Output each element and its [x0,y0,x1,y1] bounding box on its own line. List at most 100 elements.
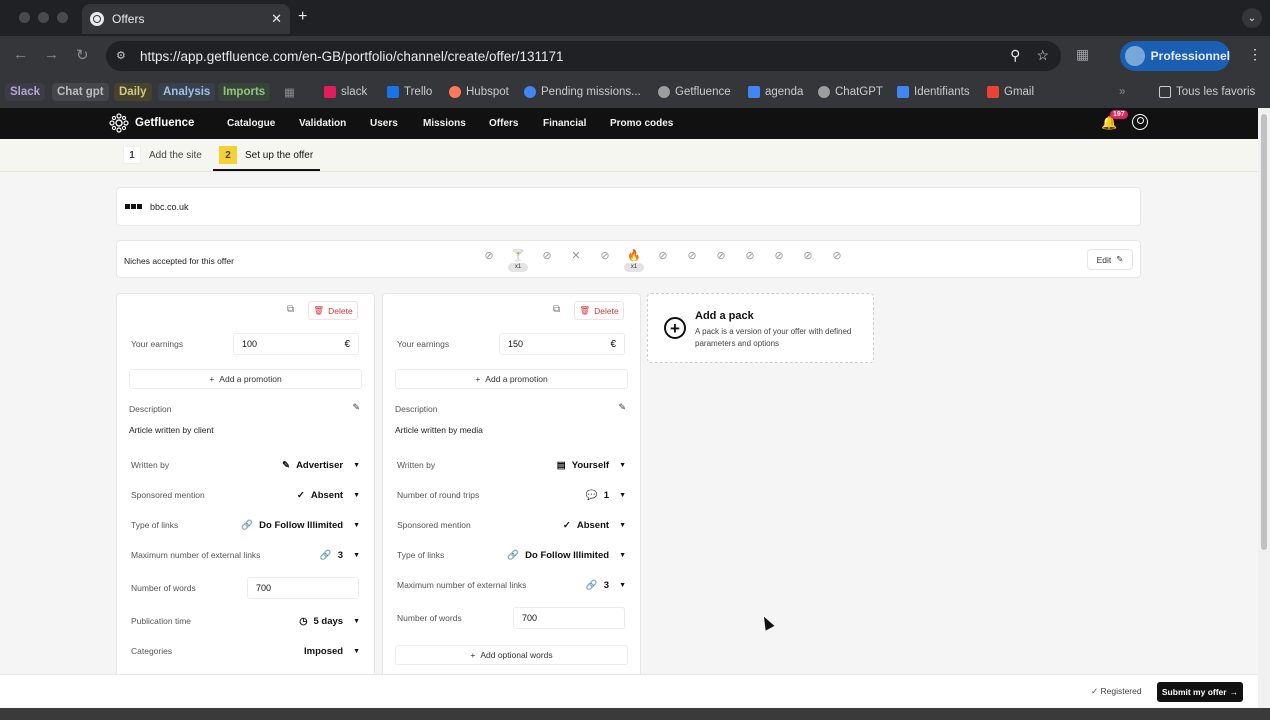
duplicate-icon[interactable]: ⧉ [553,304,560,315]
check-circle-icon: ✓ [296,489,305,501]
bookmark-label: Identifiants [914,86,970,98]
address-bar[interactable]: ⚙ https://app.getfluence.com/en-GB/portf… [106,41,1061,71]
bookmark-agenda[interactable]: agenda [748,83,803,101]
back-arrow-icon[interactable]: ← [13,46,28,63]
categories-row[interactable]: Categories Imposed ▼ [131,641,360,661]
nav-financial[interactable]: Financial [543,118,586,129]
arrow-right-icon: → [1229,687,1239,697]
add-optional-words-button[interactable]: + Add optional words [395,645,628,665]
bookmark-getfluence[interactable]: Getfluence [658,83,731,101]
nav-offers[interactable]: Offers [489,118,518,129]
trello-icon [387,86,399,98]
window-close-dot[interactable] [19,12,30,23]
max-external-links-row[interactable]: Maximum number of external links 🔗 3 ▼ [397,575,626,595]
check-circle-icon: ✓ [562,519,571,531]
chevron-down-icon: ▼ [619,521,626,529]
words-input[interactable]: 700 [247,577,359,599]
add-promotion-button[interactable]: + Add a promotion [129,369,362,389]
hubspot-icon [449,86,461,98]
browser-tab[interactable]: Offers ✕ [82,4,290,34]
submit-offer-button[interactable]: Submit my offer → [1157,682,1243,702]
bookmark-hubspot[interactable]: Hubspot [449,83,509,101]
words-value: 700 [256,583,272,593]
earnings-input[interactable]: 100 € [233,333,359,355]
zoom-search-icon[interactable]: ⚲ [1010,47,1020,64]
docs-icon [897,86,909,98]
nav-promo-codes[interactable]: Promo codes [610,118,673,129]
bookmark-daily-pill[interactable]: Daily [114,83,152,101]
edit-description-pencil-icon[interactable]: ✎ [352,402,360,413]
bookmark-chatgpt-pill[interactable]: Chat gpt [52,83,109,101]
delete-pack-button[interactable]: 🗑 Delete [308,301,358,320]
bookmark-gmail[interactable]: Gmail [987,83,1034,101]
written-by-row[interactable]: Written by ▤ Yourself ▼ [397,455,626,475]
bookmark-star-icon[interactable]: ☆ [1036,47,1049,64]
nav-catalogue[interactable]: Catalogue [227,118,275,129]
bookmark-chatgpt[interactable]: ChatGPT [818,83,883,101]
edit-description-pencil-icon[interactable]: ✎ [618,402,626,413]
browser-menu-icon[interactable]: ⋮ [1248,46,1262,63]
sponsored-mention-row[interactable]: Sponsored mention ✓ Absent ▼ [397,515,626,535]
row-value: 1 [603,489,610,501]
publication-time-row[interactable]: Publication time ◷ 5 days ▼ [131,611,360,631]
step-label: Add the site [149,149,202,161]
tab-close-icon[interactable]: ✕ [271,11,282,27]
add-pack-subtitle: A pack is a version of your offer with d… [695,327,852,348]
words-input[interactable]: 700 [513,607,625,629]
all-favorites[interactable]: Tous les favoris [1159,83,1255,101]
bookmarks-overflow-icon[interactable]: » [1119,83,1125,101]
nav-validation[interactable]: Validation [299,118,346,129]
written-by-row[interactable]: Written by ✎ Advertiser ▼ [131,455,360,475]
sponsored-mention-row[interactable]: Sponsored mention ✓ Absent ▼ [131,485,360,505]
add-promotion-button[interactable]: + Add a promotion [395,369,628,389]
edit-niches-button[interactable]: Edit ✎ [1087,249,1133,270]
bookmark-identifiants[interactable]: Identifiants [897,83,970,101]
forward-arrow-icon[interactable]: → [44,46,59,63]
description-text: Article written by media [395,425,483,435]
row-value: Yourself [571,459,610,471]
add-pack-card[interactable]: + Add a pack A pack is a version of your… [647,293,874,363]
reload-icon[interactable]: ↻ [76,46,89,64]
tab-title: Offers [112,12,145,26]
bookmark-analysis-pill[interactable]: Analysis [158,83,216,101]
row-label: Written by [397,460,436,470]
earnings-input[interactable]: 150 € [499,333,625,355]
all-favorites-label: Tous les favoris [1176,86,1256,98]
new-tab-button[interactable]: + [298,8,307,26]
bookmark-slack-pill[interactable]: Slack [5,83,46,101]
duplicate-icon[interactable]: ⧉ [287,304,294,315]
site-settings-icon[interactable]: ⚙ [116,49,130,63]
apps-grid-icon[interactable]: ▦ [284,83,295,101]
nav-users[interactable]: Users [370,118,398,129]
tab-search-chevron-icon[interactable]: ⌄ [1242,8,1262,28]
account-icon[interactable] [1132,114,1148,130]
newspaper-icon: ▤ [556,459,566,471]
profile-button[interactable]: Professionnel [1120,41,1230,71]
delete-pack-button[interactable]: 🗑 Delete [574,301,624,320]
step-set-up-offer[interactable]: 2 Set up the offer [219,146,313,164]
bookmark-pending-missions[interactable]: Pending missions... [524,83,641,101]
bookmark-slack[interactable]: slack [324,83,367,101]
niche-cocktail-icon: 🍸 x1 [508,249,528,272]
round-trips-row[interactable]: Number of round trips 💬 1 ▼ [397,485,626,505]
type-of-links-row[interactable]: Type of links 🔗 Do Follow Illimited ▼ [397,545,626,565]
page-scrollbar[interactable] [1258,108,1270,708]
pencil-icon: ✎ [282,459,291,471]
step-add-site[interactable]: 1 Add the site [123,146,202,164]
scrollbar-thumb[interactable] [1261,114,1267,550]
bookmark-imports-pill[interactable]: Imports [218,83,271,101]
bookmark-label: Gmail [1004,86,1035,98]
plus-circle-icon: + [664,317,686,339]
bookmark-trello[interactable]: Trello [387,83,432,101]
brand-logo[interactable]: Getfluence [109,113,194,133]
type-of-links-row[interactable]: Type of links 🔗 Do Follow Illimited ▼ [131,515,360,535]
extensions-puzzle-icon[interactable]: ▦ [1076,46,1089,63]
niche-crossed-icon: ⊘ [832,250,842,262]
clock-icon: ◷ [299,615,308,627]
window-minimize-dot[interactable] [38,12,49,23]
window-zoom-dot[interactable] [57,12,68,23]
max-external-links-row[interactable]: Maximum number of external links 🔗 3 ▼ [131,545,360,565]
row-label: Maximum number of external links [131,550,261,560]
nav-missions[interactable]: Missions [423,118,466,129]
currency-symbol: € [610,338,616,350]
